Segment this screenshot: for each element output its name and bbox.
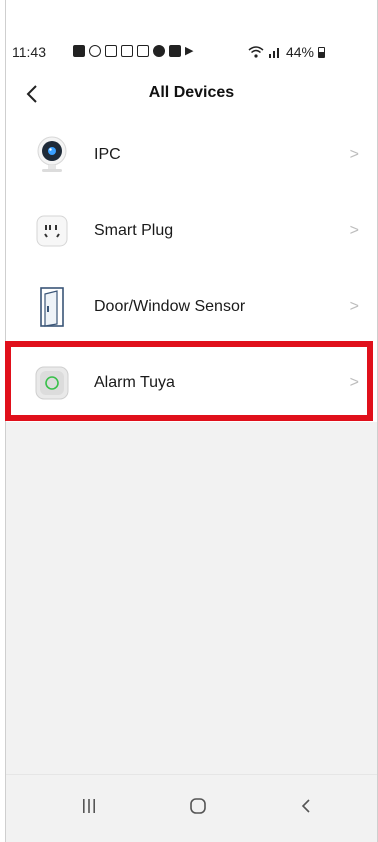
- device-label: Door/Window Sensor: [94, 298, 246, 315]
- system-nav-bar: [6, 774, 377, 842]
- cloud-icon: [153, 44, 165, 57]
- app-notification-icon: [73, 44, 85, 57]
- status-time: 11:43: [12, 44, 46, 60]
- gmail-icon: [121, 44, 133, 57]
- app-screen: 11:43 ▶ 44% All Devices IPC > Smart Plug…: [5, 0, 378, 842]
- battery-icon: [318, 46, 325, 58]
- recent-apps-icon: [83, 799, 95, 813]
- chevron-right-icon: >: [349, 146, 359, 163]
- chevron-right-icon: >: [349, 222, 359, 239]
- home-icon: [190, 798, 206, 814]
- system-status: 44%: [248, 44, 325, 60]
- play-store-icon: ▶: [185, 45, 194, 57]
- device-item-alarm-tuya[interactable]: Alarm Tuya >: [6, 345, 377, 421]
- nav-header: All Devices: [6, 76, 377, 112]
- gallery-icon: [137, 44, 149, 57]
- device-label: Smart Plug: [94, 222, 174, 239]
- youtube-icon: [169, 44, 181, 57]
- page-title: All Devices: [148, 84, 235, 101]
- app-notification-icon: [105, 44, 117, 57]
- chevron-right-icon: >: [349, 374, 359, 391]
- device-item-door-window-sensor[interactable]: Door/Window Sensor >: [6, 269, 377, 345]
- recent-apps-button[interactable]: [69, 789, 109, 823]
- alarm-hub-icon: [33, 363, 71, 403]
- status-bar: 11:43 ▶ 44%: [6, 38, 377, 68]
- device-item-ipc[interactable]: IPC >: [6, 117, 377, 193]
- device-item-smart-plug[interactable]: Smart Plug >: [6, 193, 377, 269]
- smart-plug-icon: [33, 211, 71, 251]
- wifi-icon: [248, 46, 264, 58]
- signal-icon: [268, 48, 279, 58]
- battery-percent: 44%: [285, 44, 314, 60]
- camera-icon: [33, 135, 71, 175]
- back-icon: [301, 799, 310, 813]
- notification-icons: ▶: [73, 44, 193, 57]
- device-list: IPC > Smart Plug > Door/Window Sensor > …: [6, 117, 377, 421]
- device-label: Alarm Tuya: [94, 374, 175, 391]
- chevron-right-icon: >: [349, 298, 359, 315]
- empty-area: [6, 422, 377, 774]
- device-label: IPC: [94, 146, 121, 163]
- system-back-button[interactable]: [286, 789, 326, 823]
- door-sensor-icon: [33, 287, 71, 327]
- home-button[interactable]: [178, 789, 218, 823]
- sync-icon: [89, 44, 101, 57]
